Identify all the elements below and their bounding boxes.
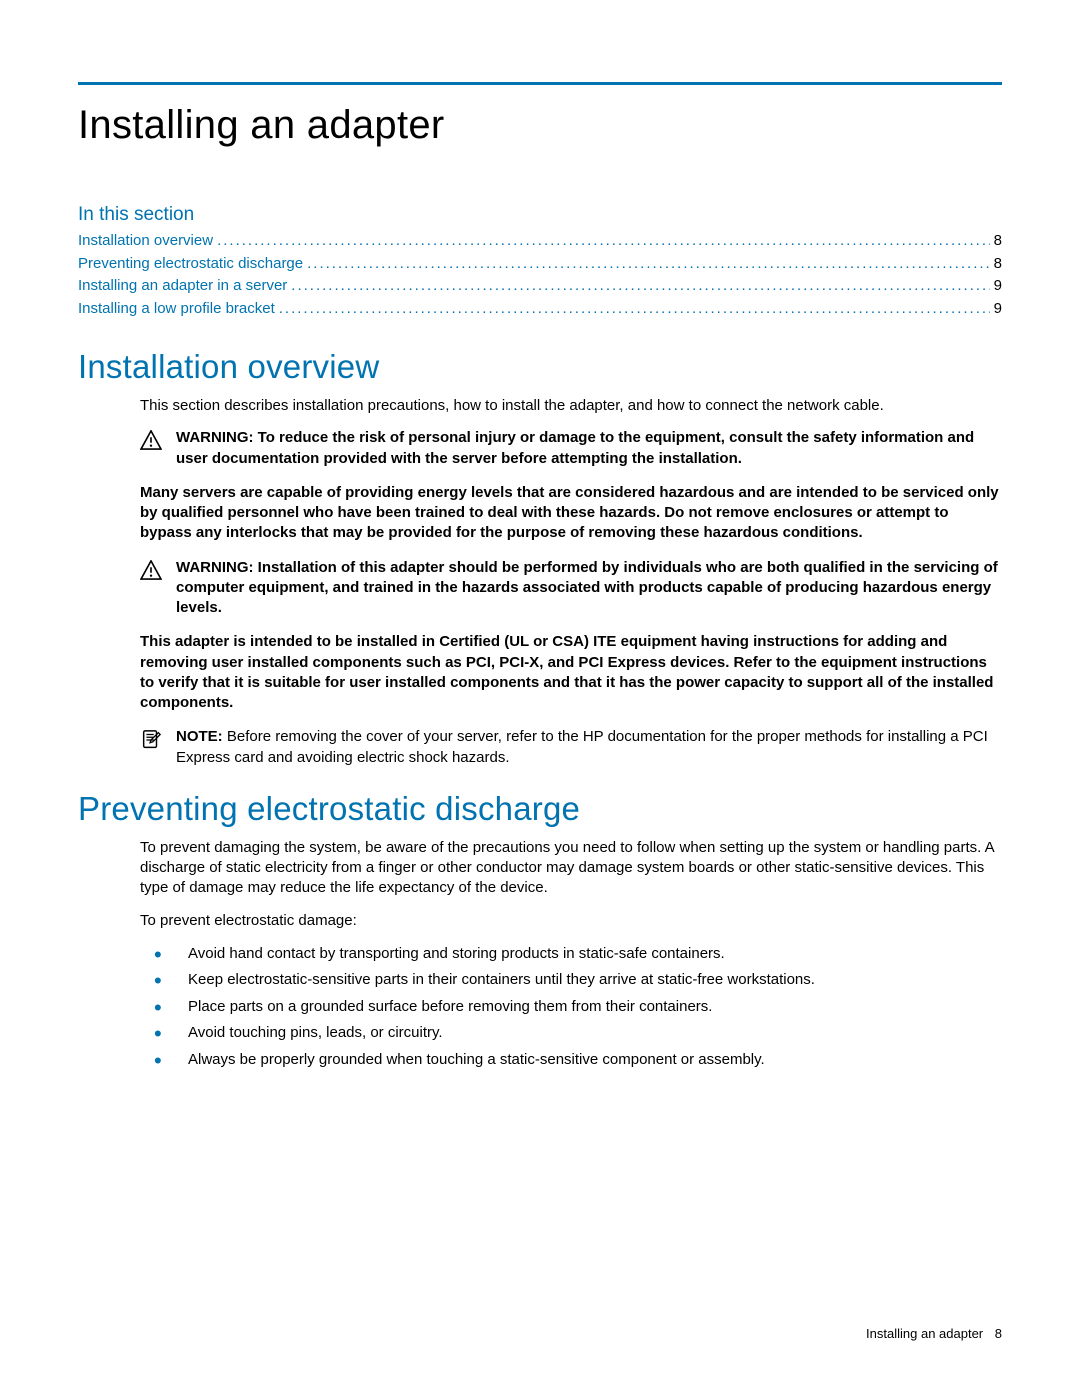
warning-text: WARNING: Installation of this adapter sh…	[176, 558, 1002, 619]
heading-esd: Preventing electrostatic discharge	[78, 790, 1002, 828]
warning-icon	[140, 430, 162, 450]
esd-bullet-list: Avoid hand contact by transporting and s…	[154, 943, 1002, 1072]
list-item: Avoid hand contact by transporting and s…	[154, 943, 1002, 966]
toc-row[interactable]: Installing an adapter in a server ......…	[78, 275, 1002, 298]
toc-dots: ........................................…	[291, 275, 989, 298]
toc-row[interactable]: Installing a low profile bracket .......…	[78, 298, 1002, 321]
toc-label: Installing a low profile bracket	[78, 298, 275, 321]
toc-label: Preventing electrostatic discharge	[78, 253, 303, 276]
esd-intro: To prevent damaging the system, be aware…	[140, 838, 1002, 899]
note-text: NOTE: Before removing the cover of your …	[176, 727, 1002, 768]
toc-row[interactable]: Installation overview ..................…	[78, 230, 1002, 253]
toc-page: 9	[994, 275, 1002, 298]
footer-label: Installing an adapter	[866, 1326, 983, 1341]
warning-callout: WARNING: Installation of this adapter sh…	[140, 558, 1002, 619]
list-item: Always be properly grounded when touchin…	[154, 1049, 1002, 1072]
note-icon	[140, 729, 162, 749]
toc-page: 8	[994, 230, 1002, 253]
toc-page: 9	[994, 298, 1002, 321]
toc-dots: ........................................…	[279, 298, 990, 321]
warning-sub-text: This adapter is intended to be installed…	[140, 632, 1002, 713]
overview-block: This section describes installation prec…	[140, 396, 1002, 416]
warning-text: WARNING: To reduce the risk of personal …	[176, 428, 1002, 469]
toc-row[interactable]: Preventing electrostatic discharge .....…	[78, 253, 1002, 276]
toc-dots: ........................................…	[307, 253, 990, 276]
toc-dots: ........................................…	[217, 230, 990, 253]
top-rule	[78, 82, 1002, 85]
note-callout: NOTE: Before removing the cover of your …	[140, 727, 1002, 768]
page: Installing an adapter In this section In…	[0, 0, 1080, 1071]
toc-label: Installing an adapter in a server	[78, 275, 287, 298]
esd-lead: To prevent electrostatic damage:	[140, 911, 1002, 931]
list-item: Place parts on a grounded surface before…	[154, 996, 1002, 1019]
chapter-title: Installing an adapter	[78, 103, 1002, 148]
warning-callout: WARNING: To reduce the risk of personal …	[140, 428, 1002, 469]
warning-sub: Many servers are capable of providing en…	[140, 483, 1002, 544]
esd-block: To prevent damaging the system, be aware…	[140, 838, 1002, 931]
heading-installation-overview: Installation overview	[78, 348, 1002, 386]
warning-sub: This adapter is intended to be installed…	[140, 632, 1002, 713]
in-this-section-label: In this section	[78, 204, 1002, 226]
warning-sub-text: Many servers are capable of providing en…	[140, 483, 1002, 544]
footer-page-number: 8	[995, 1326, 1002, 1341]
page-footer: Installing an adapter 8	[866, 1326, 1002, 1341]
warning-icon	[140, 560, 162, 580]
list-item: Avoid touching pins, leads, or circuitry…	[154, 1022, 1002, 1045]
toc-label: Installation overview	[78, 230, 213, 253]
toc-page: 8	[994, 253, 1002, 276]
overview-intro: This section describes installation prec…	[140, 396, 1002, 416]
list-item: Keep electrostatic-sensitive parts in th…	[154, 969, 1002, 992]
toc: Installation overview ..................…	[78, 230, 1002, 320]
